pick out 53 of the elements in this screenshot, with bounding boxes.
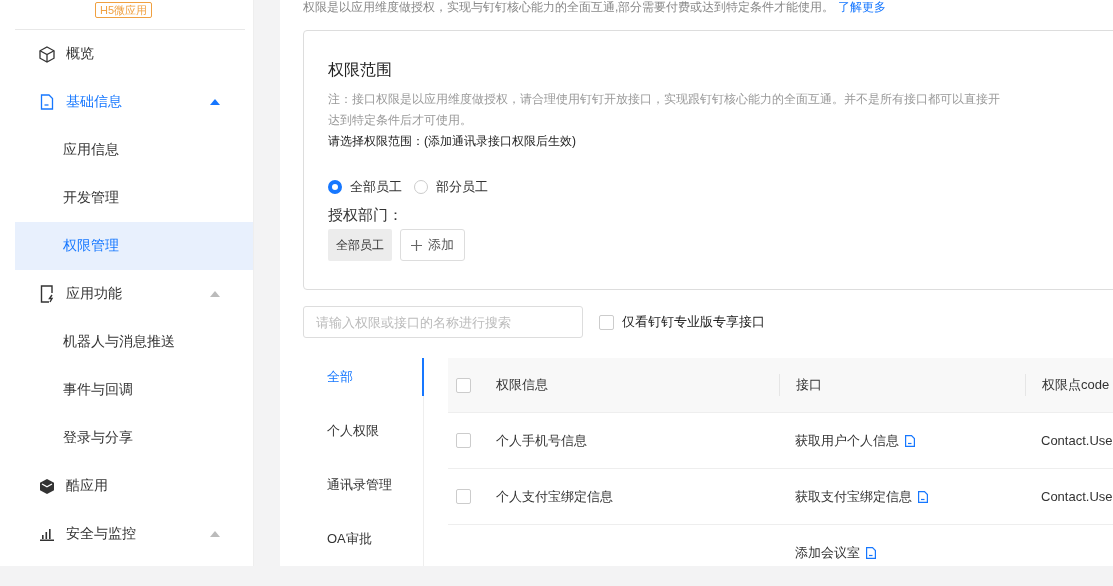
column-header: 权限点code — [1025, 374, 1113, 396]
sidebar-subitem[interactable]: 事件与回调 — [15, 366, 253, 414]
sidebar-subitem[interactable]: 机器人与消息推送 — [15, 318, 253, 366]
table-cell: 个人手机号信息 — [496, 432, 587, 448]
table-cell: 个人支付宝绑定信息 — [496, 488, 613, 504]
intro-text: 权限是以应用维度做授权，实现与钉钉核心能力的全面互通,部分需要付费或达到特定条件才能使用。 了解更多 — [303, 0, 887, 14]
learn-more-link[interactable]: 了解更多 — [837, 0, 886, 14]
document-icon — [918, 490, 928, 503]
column-header: 权限信息 — [496, 376, 549, 394]
sidebar-item[interactable]: 基础信息 — [15, 78, 253, 126]
api-link[interactable]: 添加会议室 — [795, 543, 860, 562]
category-tab[interactable]: 全部 — [303, 358, 424, 396]
table-cell: Contact.Use — [1041, 433, 1113, 448]
column-header: 接口 — [779, 374, 1025, 396]
radio-button[interactable] — [328, 180, 342, 194]
plus-icon — [411, 239, 422, 251]
add-button[interactable]: 添加 — [400, 229, 465, 261]
sidebar-subitem[interactable]: 应用信息 — [15, 126, 253, 174]
app-type-badge: H5微应用 — [95, 2, 153, 18]
radio-label[interactable]: 全部员工 — [350, 178, 402, 196]
radio-label[interactable]: 部分员工 — [436, 178, 488, 196]
card-title: 权限范围 — [328, 60, 393, 80]
sidebar-item[interactable]: 应用功能 — [15, 270, 253, 318]
checkbox[interactable] — [456, 489, 471, 504]
api-link[interactable]: 获取用户个人信息 — [795, 431, 899, 450]
cube-icon — [38, 45, 56, 63]
sidebar-subitem[interactable]: 登录与分享 — [15, 414, 253, 462]
checkbox[interactable] — [599, 314, 614, 330]
search-field[interactable]: 请输入权限或接口的名称进行搜索 — [303, 306, 583, 338]
table-cell: Contact.Use — [1041, 489, 1113, 504]
checkbox[interactable] — [456, 433, 471, 448]
sidebar-item[interactable]: 概览 — [15, 30, 253, 78]
phone-bolt-icon — [38, 285, 56, 303]
sidebar-subitem[interactable]: 权限管理 — [15, 222, 253, 270]
api-link[interactable]: 获取支付宝绑定信息 — [795, 487, 912, 506]
document-icon — [38, 94, 56, 110]
note-text: 达到特定条件后才可使用。 — [328, 112, 473, 129]
sidebar-item[interactable]: 酷应用 — [15, 462, 253, 510]
document-icon — [905, 434, 915, 447]
sidebar-subitem[interactable]: 开发管理 — [15, 174, 253, 222]
document-icon — [866, 546, 876, 559]
cube-icon — [38, 477, 56, 495]
category-tab[interactable]: OA审批 — [303, 520, 423, 566]
prompt-text: 请选择权限范围：(添加通讯录接口权限后生效) — [328, 133, 577, 150]
checkbox-label[interactable]: 仅看钉钉专业版专享接口 — [622, 313, 765, 331]
field-label: 授权部门： — [328, 205, 404, 225]
checkbox[interactable] — [456, 377, 471, 393]
department-tag: 全部员工 — [328, 229, 392, 261]
sidebar-item[interactable]: 安全与监控 — [15, 510, 253, 558]
bar-chart-icon — [38, 527, 56, 541]
note-text: 注：接口权限是以应用维度做授权，请合理使用钉钉开放接口，实现跟钉钉核心能力的全面互通。并不是所有接口都可以直接开 — [328, 91, 1001, 108]
category-tab[interactable]: 个人权限 — [303, 412, 423, 466]
category-tab[interactable]: 通讯录管理 — [303, 466, 423, 520]
